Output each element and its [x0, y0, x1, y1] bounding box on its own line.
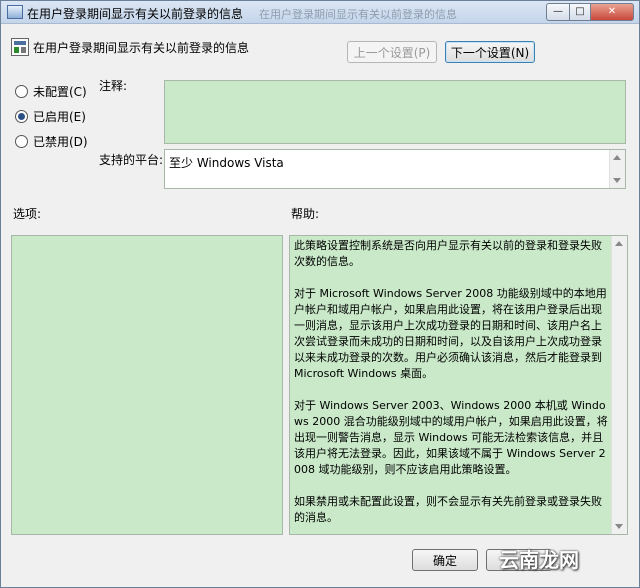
title-bar[interactable]: 在用户登录期间显示有关以前登录的信息 在用户登录期间显示有关以前登录的信息 — …	[1, 1, 639, 24]
radio-not-configured-circle[interactable]	[15, 85, 28, 98]
help-paragraph: 对于 Microsoft Windows Server 2008 功能级别域中的…	[294, 287, 607, 380]
options-pane	[11, 235, 283, 535]
scroll-up-icon[interactable]	[615, 241, 623, 246]
scroll-down-icon[interactable]	[613, 178, 621, 183]
maximize-button[interactable]: □	[569, 3, 591, 21]
radio-not-configured-label: 未配置(C)	[33, 85, 87, 99]
previous-setting-button[interactable]: 上一个设置(P)	[347, 41, 437, 63]
radio-disabled[interactable]: 已禁用(D)	[15, 133, 88, 149]
policy-setting-icon-glyph	[14, 41, 26, 53]
next-setting-button[interactable]: 下一个设置(N)	[445, 41, 535, 63]
help-paragraph: 如果禁用或未配置此设置，则不会显示有关先前登录或登录失败的消息。	[294, 495, 602, 524]
radio-enabled-circle[interactable]	[15, 110, 28, 123]
scroll-down-icon[interactable]	[615, 524, 623, 529]
watermark-logo: 云南龙网	[499, 548, 579, 572]
minimize-button[interactable]: —	[546, 3, 570, 21]
radio-not-configured[interactable]: 未配置(C)	[15, 83, 87, 99]
radio-disabled-circle[interactable]	[15, 135, 28, 148]
scroll-up-icon[interactable]	[613, 155, 621, 160]
radio-enabled-label: 已启用(E)	[33, 110, 86, 124]
comment-textarea[interactable]	[164, 80, 626, 144]
comment-label: 注释:	[99, 79, 128, 93]
window-title: 在用户登录期间显示有关以前登录的信息	[27, 7, 244, 21]
setting-title: 在用户登录期间显示有关以前登录的信息	[33, 41, 250, 55]
background-window-title: 在用户登录期间显示有关以前登录的信息	[259, 8, 457, 21]
radio-enabled[interactable]: 已启用(E)	[15, 108, 86, 124]
policy-setting-icon	[11, 38, 29, 56]
close-button[interactable]: ✕	[590, 3, 634, 21]
help-paragraph: 此策略设置控制系统是否向用户显示有关以前的登录和登录失败次数的信息。	[294, 239, 602, 268]
ok-button[interactable]: 确定	[412, 549, 478, 571]
help-section-label: 帮助:	[291, 207, 320, 221]
radio-disabled-label: 已禁用(D)	[33, 135, 88, 149]
supported-platform-label: 支持的平台:	[99, 153, 164, 167]
help-scrollbar[interactable]	[611, 236, 627, 534]
options-section-label: 选项:	[13, 207, 42, 221]
platform-scrollbar[interactable]	[609, 150, 625, 188]
supported-platform-field: 至少 Windows Vista	[164, 149, 626, 189]
policy-dialog: 在用户登录期间显示有关以前登录的信息 在用户登录期间显示有关以前登录的信息 — …	[0, 0, 640, 588]
supported-platform-value: 至少 Windows Vista	[169, 156, 284, 170]
window-icon	[7, 5, 23, 19]
help-pane: 此策略设置控制系统是否向用户显示有关以前的登录和登录失败次数的信息。 对于 Mi…	[289, 235, 628, 535]
help-text: 此策略设置控制系统是否向用户显示有关以前的登录和登录失败次数的信息。 对于 Mi…	[294, 238, 610, 534]
help-paragraph: 对于 Windows Server 2003、Windows 2000 本机或 …	[294, 399, 608, 476]
